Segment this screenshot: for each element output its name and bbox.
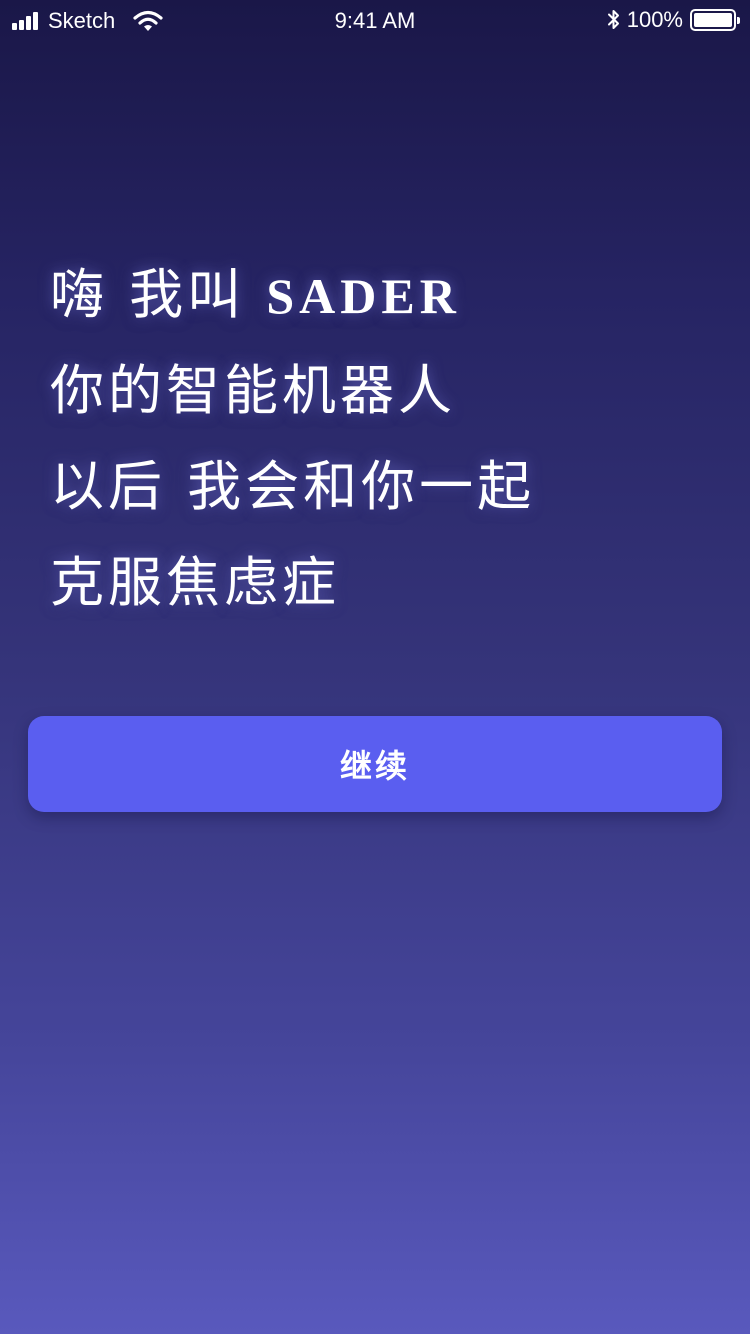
- greeting-intro: 嗨 我叫: [50, 263, 246, 326]
- greeting-line-3: 以后 我会和你一起: [50, 455, 536, 518]
- battery-icon: [690, 9, 740, 31]
- continue-button-label: 继续: [339, 747, 410, 785]
- greeting-line-1: 嗨 我叫 SADER: [50, 260, 535, 356]
- greeting-line-4: 克服焦虑症: [50, 551, 340, 614]
- battery-fill: [694, 13, 732, 27]
- battery-percentage: 100%: [626, 7, 683, 32]
- greeting-line-2: 你的智能机器人: [50, 359, 456, 422]
- status-bar: Sketch 9:41 AM 100%: [0, 0, 750, 40]
- brand-name: SADER: [266, 268, 461, 324]
- status-right: 100%: [607, 7, 740, 33]
- greeting-text: 嗨 我叫 SADER 你的智能机器人 以后 我会和你一起 克服焦虑症: [50, 260, 535, 644]
- bluetooth-icon: [607, 10, 619, 29]
- continue-button[interactable]: 继续: [28, 716, 722, 812]
- battery-cap: [737, 17, 740, 24]
